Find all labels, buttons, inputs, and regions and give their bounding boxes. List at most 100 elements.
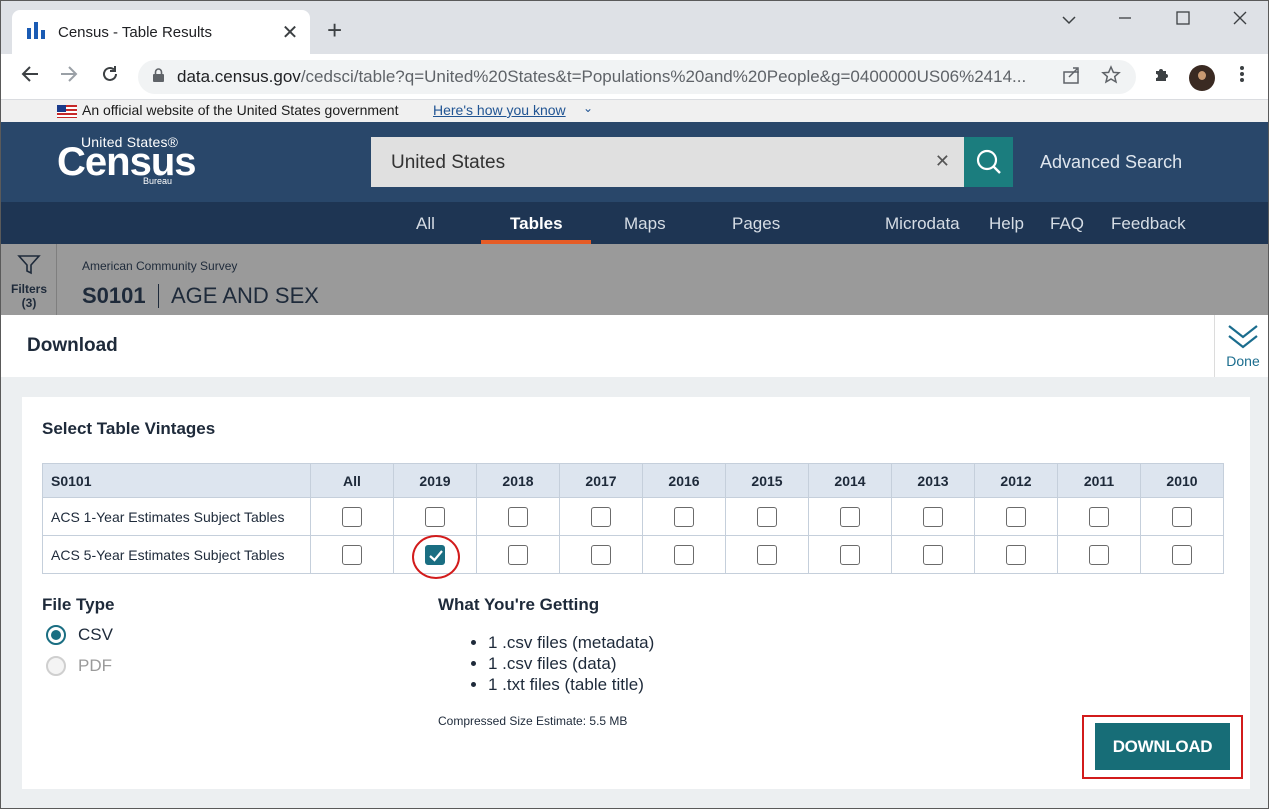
back-icon[interactable] [15,62,45,92]
vintage-checkbox-2011[interactable] [1089,506,1109,527]
kebab-menu-icon[interactable] [1227,62,1257,92]
done-button[interactable]: Done [1214,315,1268,377]
nav-pages[interactable]: Pages [732,214,780,234]
nav-all[interactable]: All [416,214,435,234]
tab-title: Census - Table Results [58,23,212,41]
vintage-checkbox-2013[interactable] [923,544,943,565]
column-header-2015: 2015 [725,463,809,498]
vintage-checkbox-all[interactable] [342,544,362,565]
file-type-title: File Type [42,595,115,614]
maximize-icon[interactable] [1163,9,1203,30]
vintage-checkbox-2018[interactable] [508,544,528,565]
list-item: 1 .txt files (table title) [488,674,654,695]
browser-tab[interactable]: Census - Table Results ✕ [12,10,310,54]
search-input[interactable]: United States ✕ [371,137,964,187]
lock-icon[interactable] [152,68,165,86]
column-header-2016: 2016 [642,463,726,498]
nav-tables[interactable]: Tables [510,214,563,234]
checkbox-cell [642,535,726,574]
tab-search-chevron-icon[interactable] [1049,9,1089,30]
vintage-checkbox-2014[interactable] [840,544,860,565]
table-name: AGE AND SEX [171,283,319,308]
vintages-table: S0101 All 2019 2018 2017 2016 2015 2014 2013 2012… [42,463,1224,574]
vintage-checkbox-2016[interactable] [674,544,694,565]
double-chevron-down-icon [1228,325,1258,349]
site-header: United States® Census Bureau United Stat… [1,122,1268,202]
extensions-puzzle-icon[interactable] [1147,62,1177,92]
chevron-down-icon[interactable]: ⌄ [583,101,593,115]
close-window-icon[interactable] [1220,9,1260,30]
nav-help[interactable]: Help [989,214,1024,234]
column-header-2014: 2014 [808,463,892,498]
column-header-2013: 2013 [891,463,975,498]
census-logo[interactable]: Census [57,140,196,185]
how-you-know-link[interactable]: Here's how you know [433,102,566,118]
browser-toolbar: data.census.gov/cedsci/table?q=United%20… [1,54,1268,100]
column-header-2012: 2012 [974,463,1058,498]
search-button[interactable] [964,137,1013,187]
list-item: 1 .csv files (metadata) [488,632,654,653]
filters-label: Filters [10,282,47,296]
minimize-icon[interactable] [1105,9,1145,30]
us-flag-icon [57,105,77,118]
checkbox-cell [310,535,394,574]
checkbox-cell [808,497,892,536]
vintage-checkbox-2016[interactable] [674,506,694,527]
csv-radio[interactable] [46,625,66,645]
list-item: 1 .csv files (data) [488,653,654,674]
download-button[interactable]: DOWNLOAD [1095,723,1230,770]
vintage-checkbox-2017[interactable] [591,506,611,527]
checkbox-cell [310,497,394,536]
vintage-checkbox-2015[interactable] [757,506,777,527]
reload-icon[interactable] [95,62,125,92]
nav-maps[interactable]: Maps [624,214,666,234]
table-row: ACS 5-Year Estimates Subject Tables [42,535,1224,574]
column-header-2018: 2018 [476,463,560,498]
clear-search-icon[interactable]: ✕ [935,151,950,172]
column-header-2010: 2010 [1140,463,1224,498]
tab-close-icon[interactable]: ✕ [280,20,300,45]
bookmark-star-icon[interactable] [1101,65,1121,90]
vintage-checkbox-2012[interactable] [1006,544,1026,565]
browser-window: Census - Table Results ✕ + data.census.g… [0,0,1269,809]
forward-icon[interactable] [54,62,84,92]
download-panel-header: Download Done [1,315,1268,377]
new-tab-icon[interactable]: + [327,17,342,43]
vintage-checkbox-2013[interactable] [923,506,943,527]
checkbox-cell [891,535,975,574]
vintage-checkbox-2014[interactable] [840,506,860,527]
csv-label: CSV [78,625,113,644]
search-icon [976,149,1001,174]
checkbox-cell [974,497,1058,536]
vintage-checkbox-2011[interactable] [1089,544,1109,565]
vintage-checkbox-2015[interactable] [757,544,777,565]
vintage-checkbox-2019[interactable] [425,506,445,527]
vintage-checkbox-2012[interactable] [1006,506,1026,527]
vintages-title: Select Table Vintages [42,419,216,438]
pdf-option: PDF [46,656,112,676]
vintage-checkbox-all[interactable] [342,506,362,527]
checkbox-cell [1140,497,1224,536]
advanced-search-link[interactable]: Advanced Search [1040,152,1182,173]
column-header-2019: 2019 [393,463,477,498]
download-card: Select Table Vintages S0101 All 2019 2018 20… [22,397,1250,789]
nav-microdata[interactable]: Microdata [885,214,960,234]
download-title: Download [27,335,118,356]
column-header-all: All [310,463,394,498]
address-bar[interactable]: data.census.gov/cedsci/table?q=United%20… [138,60,1136,94]
vintage-checkbox-2018[interactable] [508,506,528,527]
checkbox-cell [808,535,892,574]
url-text[interactable]: data.census.gov/cedsci/table?q=United%20… [177,67,1047,87]
checkbox-cell [559,497,643,536]
nav-faq[interactable]: FAQ [1050,214,1084,234]
table-header: Filters (3) American Community Survey S0… [1,244,1268,315]
nav-feedback[interactable]: Feedback [1111,214,1186,234]
row-label: ACS 5-Year Estimates Subject Tables [42,535,311,574]
csv-option[interactable]: CSV [46,625,113,645]
filters-button[interactable]: Filters (3) [1,244,57,315]
profile-avatar[interactable] [1189,65,1215,91]
share-icon[interactable] [1062,65,1082,90]
vintage-checkbox-2010[interactable] [1172,544,1192,565]
vintage-checkbox-2010[interactable] [1172,506,1192,527]
vintage-checkbox-2017[interactable] [591,544,611,565]
